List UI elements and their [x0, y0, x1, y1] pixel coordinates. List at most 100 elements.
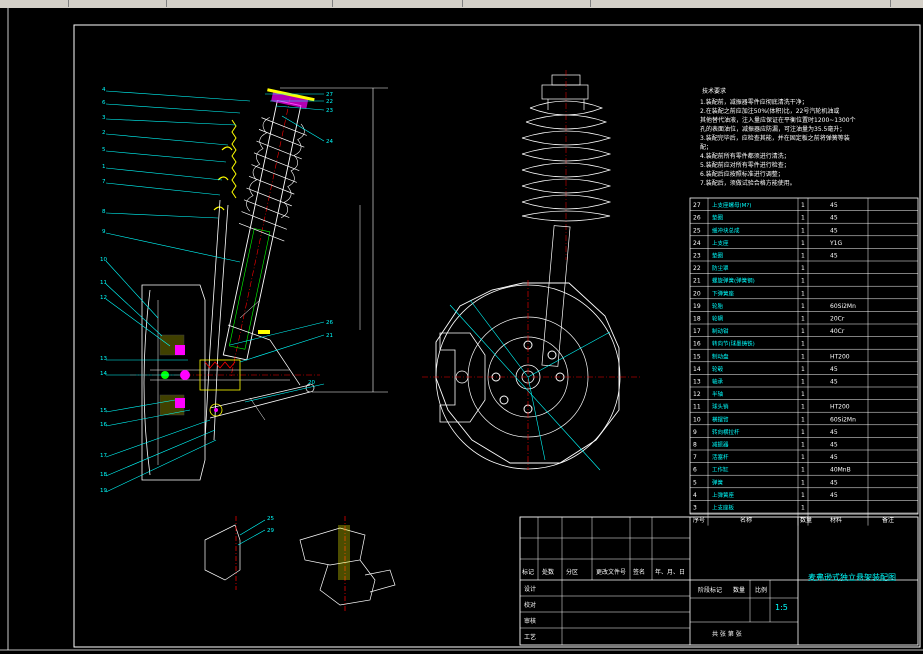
signature-role: 校对: [524, 601, 536, 609]
table-cell-material: 45: [830, 479, 838, 486]
table-cell-material: 45: [830, 227, 838, 234]
table-cell-name: 横摆臂: [712, 415, 729, 423]
callout-label: 24: [326, 139, 333, 145]
callout-label: 10: [100, 257, 107, 263]
table-cell-name: 减振器: [712, 441, 729, 449]
callout-label: 17: [100, 453, 107, 459]
table-cell-name: 轮毂: [712, 365, 724, 373]
table-cell-no: 27: [693, 202, 701, 209]
table-cell-qty: 1: [801, 391, 805, 398]
strut-external-view: [422, 70, 640, 471]
table-cell-no: 9: [693, 429, 697, 436]
window-toolbar: [0, 0, 923, 8]
table-cell-material: 45: [830, 366, 838, 373]
table-cell-qty: 1: [801, 227, 805, 234]
table-cell-name: 工作缸: [712, 466, 729, 474]
table-cell-name: 转向节(球墨铸铁): [712, 340, 755, 348]
table-cell-name: 垫圈: [712, 252, 724, 260]
parts-list-table: 27 上支座螺母(M?) 1 4526 垫圈 1 4525 缓冲块总成 1 4524 上支座 1 Y1G…: [689, 197, 919, 526]
table-cell-no: 8: [693, 442, 697, 449]
callout-label: 26: [326, 320, 333, 326]
callout-label: 22: [326, 99, 333, 105]
table-cell-qty: 1: [801, 379, 805, 386]
sheet-count: 共 张 第 张: [712, 630, 742, 638]
revision-col-header: 更改文件号: [596, 568, 626, 576]
callout-label: 5: [102, 147, 106, 153]
toolbar-tab[interactable]: [166, 0, 333, 7]
scale-value: 1:5: [775, 603, 788, 612]
callout-label: 29: [267, 528, 274, 534]
table-cell-qty: 1: [801, 416, 805, 423]
callout-label: 19: [100, 488, 107, 494]
tech-note-line: 1.装配前，减振器零件应彻底清洗干净；: [700, 98, 808, 106]
table-cell-qty: 1: [801, 253, 805, 260]
table-cell-no: 4: [693, 492, 697, 499]
drawing-title: 麦弗逊式独立悬架装配图: [808, 572, 896, 582]
signature-role: 设计: [524, 585, 536, 593]
tech-notes-title: 技术要求: [702, 87, 726, 95]
table-cell-material: 40Cr: [830, 328, 845, 335]
toolbar-tab[interactable]: [332, 0, 463, 7]
table-cell-name: 球头销: [712, 403, 729, 411]
table-cell-no: 17: [693, 328, 701, 335]
callout-label: 20: [308, 380, 315, 386]
stage-label: 阶段标记: [698, 586, 722, 594]
callout-label: 16: [100, 422, 107, 428]
table-cell-name: 上弹簧座: [712, 491, 735, 499]
title-block: 标记 处数 分区 更改文件号 签名 年、月、日设计校对审核工艺 麦弗逊式独立悬架装配图 1…: [519, 516, 919, 646]
tech-note-line: 2.在装配之前应加注50%(体积)比，22号汽轮机油或: [700, 107, 839, 115]
toolbar-tab[interactable]: [462, 0, 591, 7]
table-cell-material: 45: [830, 429, 838, 436]
table-cell-name: 轮辋: [712, 315, 724, 323]
table-cell-name: 螺旋弹簧(弹簧钢): [712, 277, 755, 285]
table-cell-no: 15: [693, 353, 701, 360]
revision-col-header: 处数: [542, 568, 554, 576]
table-cell-name: 制动盘: [712, 352, 729, 360]
table-cell-qty: 1: [801, 505, 805, 512]
table-cell-qty: 1: [801, 303, 805, 310]
callout-label: 15: [100, 408, 107, 414]
tech-note-line: 其他替代油液，注入量应保证在平衡位置时1200~1300个: [700, 116, 856, 124]
callout-label: 12: [100, 295, 107, 301]
table-cell-material: 40MnB: [830, 467, 851, 474]
table-cell-qty: 1: [801, 366, 805, 373]
callout-label: 27: [326, 92, 333, 98]
table-cell-qty: 1: [801, 479, 805, 486]
callout-label: 4: [102, 87, 106, 93]
table-cell-name: 上支座板: [712, 504, 735, 512]
table-cell-no: 3: [693, 505, 697, 512]
cad-drawing-canvas[interactable]: 4 6 3 2 5 1 7 8 9 10 11 12 13 14 15 16 1…: [0, 8, 923, 654]
toolbar-tab[interactable]: [0, 0, 69, 7]
table-cell-material: HT200: [830, 353, 850, 360]
tech-note-line: 4.装配前所有零件都须进行清洗；: [700, 152, 790, 160]
table-cell-no: 14: [693, 366, 701, 373]
tech-note-line: 3.装配完毕后，应检查其能，并在固定板之前将弹簧等装: [700, 134, 850, 142]
callout-label: 9: [102, 229, 106, 235]
callout-label: 18: [100, 472, 107, 478]
callout-label: 3: [102, 115, 106, 121]
table-cell-name: 轮胎: [712, 302, 724, 310]
scale-label: 比例: [755, 586, 767, 594]
toolbar-tab[interactable]: [68, 0, 167, 7]
table-cell-name: 活塞杆: [712, 453, 729, 461]
table-cell-qty: 1: [801, 429, 805, 436]
callout-label: 2: [102, 130, 106, 136]
callout-label: 25: [267, 516, 274, 522]
table-cell-material: 45: [830, 215, 838, 222]
revision-col-header: 签名: [633, 568, 645, 576]
table-cell-no: 18: [693, 316, 701, 323]
table-cell-qty: 1: [801, 353, 805, 360]
table-cell-material: 45: [830, 492, 838, 499]
table-cell-name: 制动钳: [712, 327, 729, 335]
table-cell-qty: 1: [801, 240, 805, 247]
callout-label: 7: [102, 179, 106, 185]
callout-label: 14: [100, 371, 107, 377]
table-cell-name: 半轴: [712, 390, 724, 398]
table-cell-qty: 1: [801, 278, 805, 285]
table-cell-no: 13: [693, 379, 701, 386]
table-cell-qty: 1: [801, 442, 805, 449]
table-cell-no: 24: [693, 240, 701, 247]
callout-label: 13: [100, 356, 107, 362]
table-cell-no: 6: [693, 467, 697, 474]
toolbar-tab[interactable]: [590, 0, 891, 7]
